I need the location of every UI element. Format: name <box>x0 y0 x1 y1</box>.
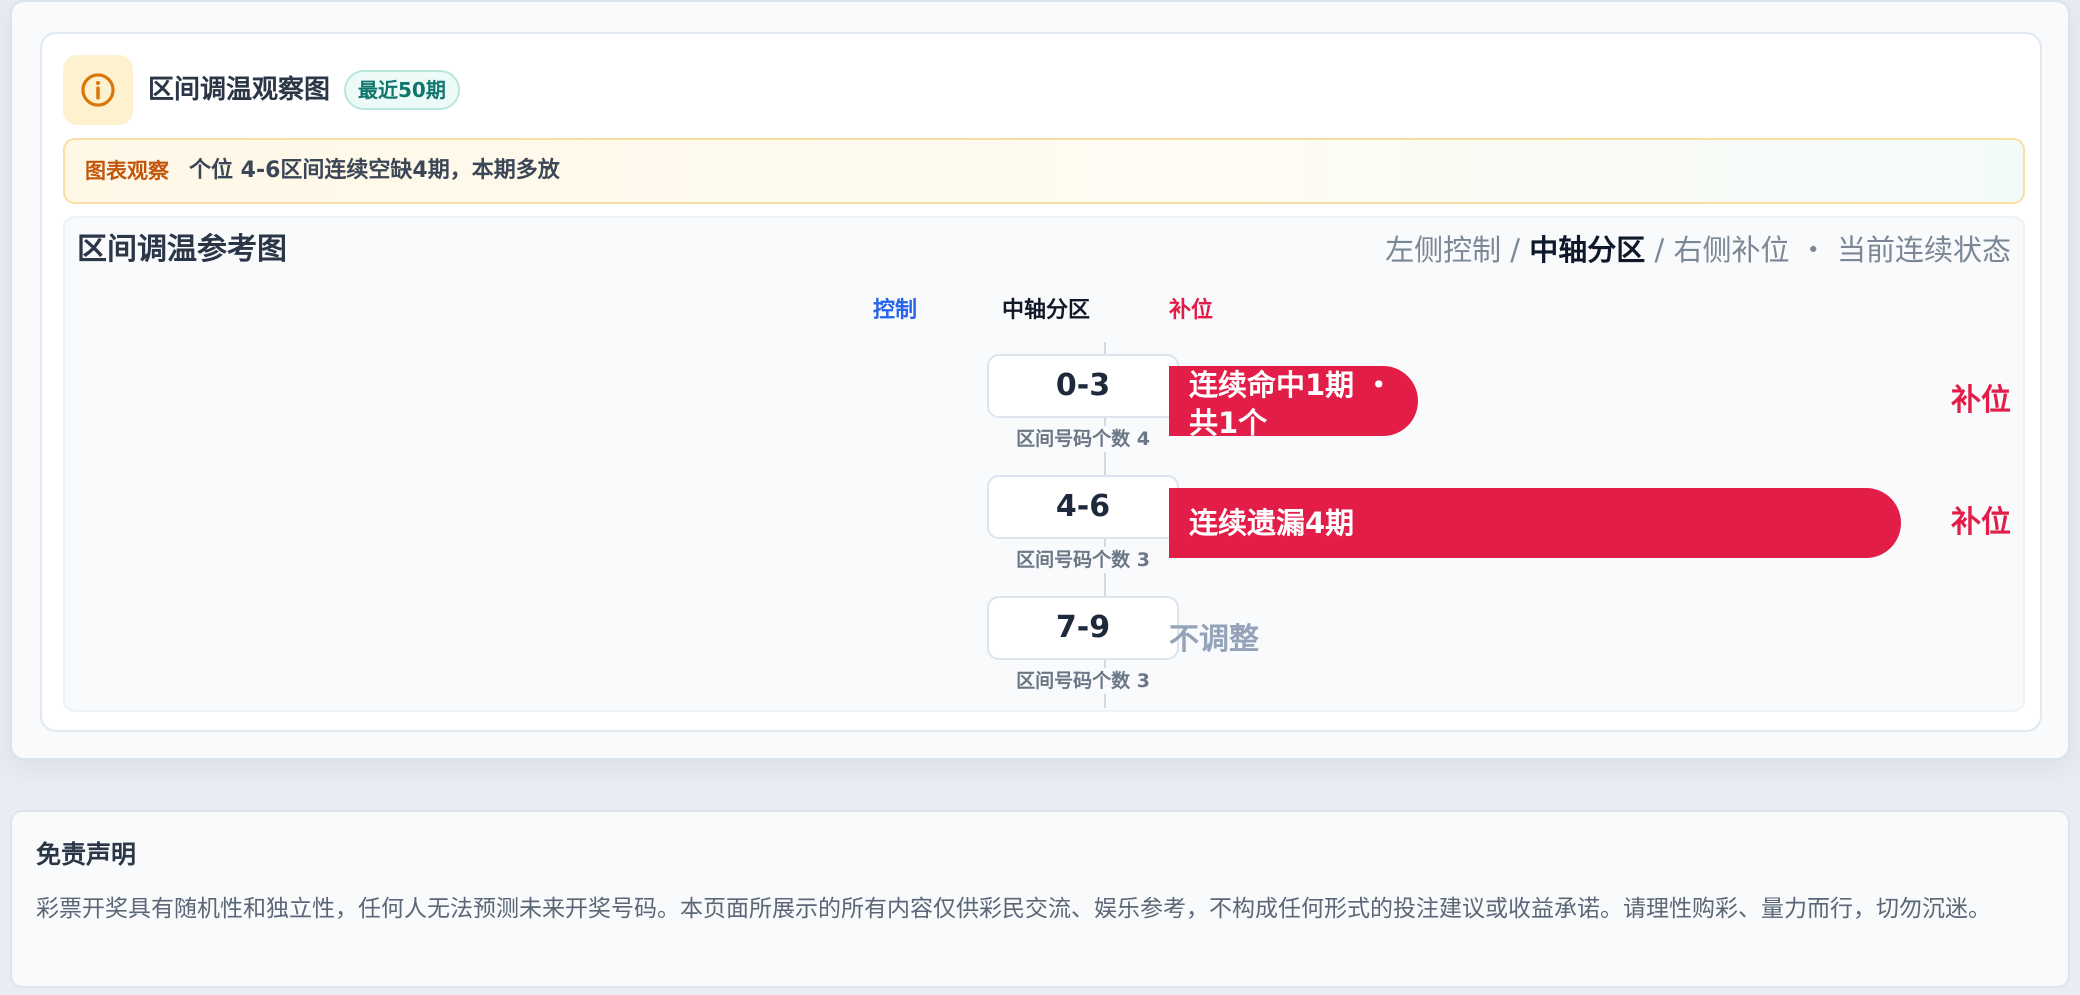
fill-bar: 连续遗漏4期 <box>1169 488 1901 558</box>
card-title: 区间调温观察图 <box>148 75 331 105</box>
range-caption: 区间号码个数 3 <box>967 668 1199 694</box>
period-badge: 最近50期 <box>344 70 460 110</box>
range-caption: 区间号码个数 4 <box>967 426 1199 452</box>
column-header-axis: 中轴分区 <box>1002 298 1091 323</box>
fill-bar: 连续命中1期 ・ 共1个 <box>1169 366 1418 436</box>
legend-dot: ・ <box>1789 233 1837 267</box>
chart-legend: 左侧控制 / 中轴分区 / 右侧补位 ・ 当前连续状态 <box>1385 230 2011 270</box>
range-caption: 区间号码个数 3 <box>967 547 1199 573</box>
legend-right: 右侧补位 <box>1673 233 1790 267</box>
range-box-4-6: 4-6 <box>987 475 1179 539</box>
legend-middle: 中轴分区 <box>1529 233 1646 267</box>
column-header-control: 控制 <box>873 298 918 323</box>
range-box-0-3: 0-3 <box>987 354 1179 418</box>
bar-label: 连续命中1期 ・ 共1个 <box>1189 368 1394 436</box>
legend-left: 左侧控制 <box>1385 233 1502 267</box>
disclaimer-text: 彩票开奖具有随机性和独立性，任何人无法预测未来开奖号码。本页面所展示的所有内容仅… <box>36 896 1991 922</box>
row-status-label: 补位 <box>1951 505 2011 540</box>
interval-chart-card: 区间调温观察图 最近50期 图表观察 个位 4-6区间连续空缺4期，本期多放 区… <box>10 0 2070 760</box>
observation-banner: 图表观察 个位 4-6区间连续空缺4期，本期多放 <box>63 138 2025 204</box>
disclaimer-card: 免责声明 彩票开奖具有随机性和独立性，任何人无法预测未来开奖号码。本页面所展示的… <box>10 810 2070 988</box>
row-status-label: 补位 <box>1951 383 2011 418</box>
info-icon-box <box>63 55 133 125</box>
chart-title: 区间调温参考图 <box>77 232 287 267</box>
observation-label: 图表观察 <box>85 159 169 183</box>
range-box-7-9: 7-9 <box>987 596 1179 660</box>
legend-status: 当前连续状态 <box>1836 233 2011 267</box>
chart-panel: 区间调温参考图 左侧控制 / 中轴分区 / 右侧补位 ・ 当前连续状态 控制 中… <box>63 216 2025 712</box>
legend-sep: / <box>1501 233 1530 267</box>
no-adjust-label: 不调整 <box>1169 622 1259 657</box>
inner-card: 区间调温观察图 最近50期 图表观察 个位 4-6区间连续空缺4期，本期多放 区… <box>40 32 2042 732</box>
column-header-fill: 补位 <box>1169 298 1214 323</box>
info-icon <box>81 73 115 107</box>
legend-sep: / <box>1645 233 1674 267</box>
observation-text: 个位 4-6区间连续空缺4期，本期多放 <box>189 158 560 183</box>
bar-label: 连续遗漏4期 <box>1189 506 1355 540</box>
disclaimer-title: 免责声明 <box>36 840 137 869</box>
